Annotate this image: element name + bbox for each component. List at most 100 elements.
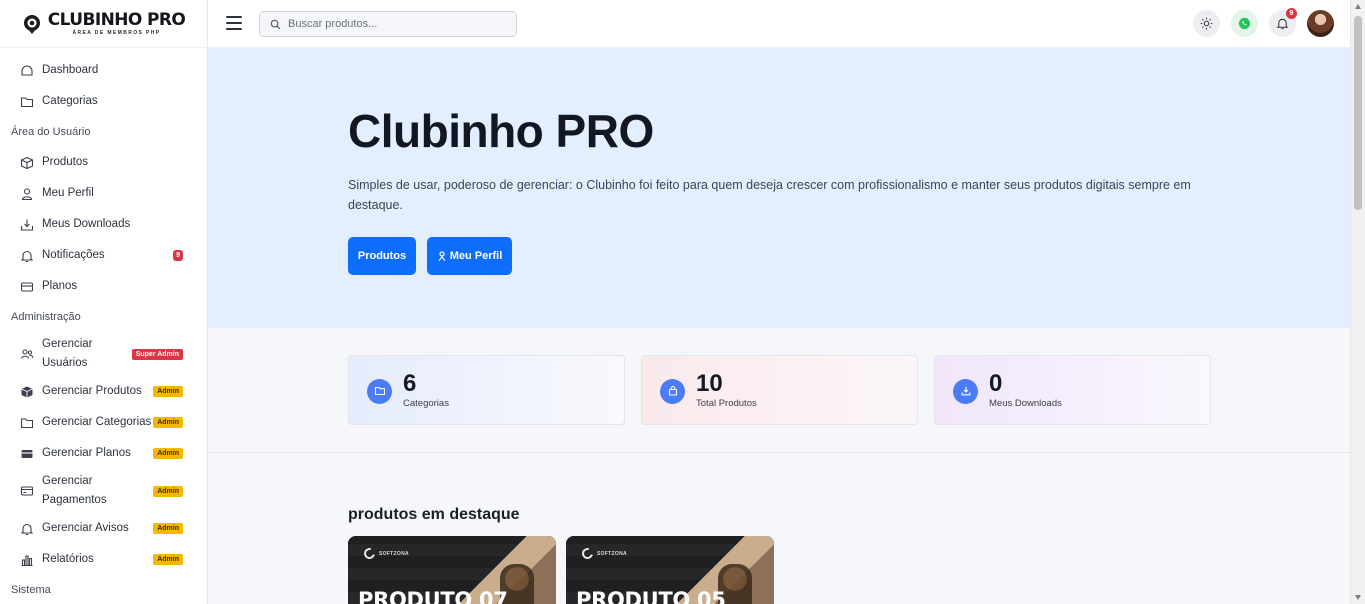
payment-icon [20, 484, 34, 498]
product-card[interactable]: SOFTZONA PRODUTO 05 [566, 536, 774, 604]
whatsapp-icon [1238, 17, 1251, 30]
scroll-thumb[interactable] [1354, 16, 1362, 210]
product-name: PRODUTO 07 [358, 588, 508, 604]
sidebar-nav: Dashboard Categorias Área do Usuário Pro… [0, 48, 207, 604]
sidebar-item-planos[interactable]: Planos [0, 271, 207, 302]
brand[interactable]: CLUBINHO PRO ÁREA DE MEMBROS PHP [0, 0, 207, 48]
brand-subtitle: ÁREA DE MEMBROS PHP [72, 29, 161, 36]
bell-icon [20, 522, 34, 536]
sidebar-item-meus-downloads[interactable]: Meus Downloads [0, 209, 207, 240]
stat-label: Meus Downloads [989, 398, 1062, 409]
section-administration: Administração [11, 311, 81, 323]
avatar[interactable] [1307, 10, 1334, 37]
search-box[interactable] [259, 11, 517, 37]
sidebar-item-relatorios[interactable]: Relatórios Admin [0, 544, 207, 575]
page-title: Clubinho PRO [348, 105, 654, 157]
topbar: 9 [208, 0, 1350, 48]
box-filled-icon [20, 385, 34, 399]
my-profile-button[interactable]: Meu Perfil [427, 237, 512, 275]
search-input[interactable] [288, 18, 498, 30]
product-brand-name: SOFTZONA [379, 550, 409, 557]
my-profile-button-label: Meu Perfil [449, 250, 503, 262]
app-root: CLUBINHO PRO ÁREA DE MEMBROS PHP Dashboa… [0, 0, 1365, 604]
stat-value: 10 [696, 370, 723, 397]
sidebar-item-label: Gerenciar Usuários [42, 338, 93, 369]
sidebar-item-gerenciar-categorias[interactable]: Gerenciar Categorias Admin [0, 407, 207, 438]
brand-title: CLUBINHO PRO [47, 9, 186, 30]
sidebar-item-categorias[interactable]: Categorias [0, 86, 207, 117]
product-brand: SOFTZONA [361, 545, 409, 562]
hamburger-menu-icon[interactable] [226, 16, 242, 30]
stat-value: 0 [989, 370, 1003, 397]
sidebar: CLUBINHO PRO ÁREA DE MEMBROS PHP Dashboa… [0, 0, 208, 604]
sidebar-item-gerenciar-avisos[interactable]: Gerenciar Avisos Admin [0, 513, 207, 544]
users-icon [20, 347, 34, 361]
stat-label: Total Produtos [696, 398, 757, 409]
featured-section-title: produtos em destaque [348, 506, 520, 523]
softzona-logo-icon [579, 545, 596, 562]
download-icon [20, 218, 34, 232]
stat-label: Categorias [403, 398, 449, 409]
whatsapp-button[interactable] [1231, 10, 1258, 37]
sidebar-item-label: Produtos [42, 156, 89, 168]
page-scrollbar[interactable] [1350, 0, 1365, 604]
sidebar-item-gerenciar-pagamentos[interactable]: Gerenciar Pagamentos Admin [0, 469, 207, 513]
sidebar-item-gerenciar-produtos[interactable]: Gerenciar Produtos Admin [0, 376, 207, 407]
user-icon [20, 187, 34, 201]
product-brand-name: SOFTZONA [597, 550, 627, 557]
folder-icon [367, 378, 392, 404]
section-system: Sistema [11, 584, 51, 596]
card-filled-icon [20, 447, 34, 461]
download-icon [953, 378, 978, 404]
bell-icon [20, 249, 34, 263]
sidebar-item-gerenciar-planos[interactable]: Gerenciar Planos Admin [0, 438, 207, 469]
sidebar-item-gerenciar-usuarios[interactable]: Gerenciar Usuários Super Admin [0, 332, 207, 376]
scroll-down-arrow-icon[interactable] [1355, 595, 1361, 600]
admin-badge: Admin [153, 386, 183, 397]
notification-count-badge: 9 [173, 250, 183, 261]
notifications-button[interactable]: 9 [1269, 8, 1297, 37]
product-brand: SOFTZONA [579, 545, 627, 562]
sidebar-item-label: Meu Perfil [42, 187, 94, 199]
section-divider [208, 452, 1350, 453]
admin-badge: Admin [153, 417, 183, 428]
theme-toggle-button[interactable] [1193, 10, 1220, 37]
box-icon [20, 156, 34, 170]
stat-card-meus-downloads[interactable]: 0 Meus Downloads [934, 355, 1211, 425]
scroll-up-arrow-icon[interactable] [1355, 4, 1361, 9]
sidebar-item-meu-perfil[interactable]: Meu Perfil [0, 178, 207, 209]
sidebar-item-label: Categorias [42, 95, 98, 107]
admin-badge: Admin [153, 523, 183, 534]
stat-value: 6 [403, 370, 417, 397]
hero-banner: Clubinho PRO Simples de usar, poderoso d… [208, 48, 1350, 328]
folder-icon [20, 95, 34, 109]
softzona-logo-icon [361, 545, 378, 562]
user-icon [438, 251, 446, 261]
sun-icon [1200, 17, 1213, 30]
sidebar-item-notificacoes[interactable]: Notificações 9 [0, 240, 207, 271]
bell-icon [1276, 18, 1289, 30]
sidebar-item-label: Meus Downloads [42, 218, 131, 230]
admin-badge: Admin [153, 554, 183, 565]
sidebar-item-label: Dashboard [42, 64, 99, 76]
section-user-area: Área do Usuário [11, 126, 91, 138]
hero-description: Simples de usar, poderoso de gerenciar: … [348, 178, 1191, 212]
stat-card-categorias[interactable]: 6 Categorias [348, 355, 625, 425]
dashboard-icon [20, 64, 34, 78]
admin-badge: Admin [153, 485, 183, 497]
bag-icon [660, 378, 685, 404]
folder-icon [20, 416, 34, 430]
sidebar-item-produtos[interactable]: Produtos [0, 147, 207, 178]
sidebar-item-label: Planos [42, 280, 78, 292]
stat-card-total-produtos[interactable]: 10 Total Produtos [641, 355, 918, 425]
product-card[interactable]: SOFTZONA PRODUTO 07 [348, 536, 556, 604]
search-icon [270, 19, 281, 29]
products-button[interactable]: Produtos [348, 237, 416, 275]
chart-icon [20, 553, 34, 567]
sidebar-item-dashboard[interactable]: Dashboard [0, 55, 207, 86]
notification-count: 9 [1286, 8, 1297, 19]
sidebar-item-label: Gerenciar Pagamentos [42, 475, 107, 506]
admin-badge: Admin [153, 448, 183, 459]
super-admin-badge: Super Admin [131, 348, 183, 360]
topbar-actions: 9 [1193, 8, 1334, 37]
